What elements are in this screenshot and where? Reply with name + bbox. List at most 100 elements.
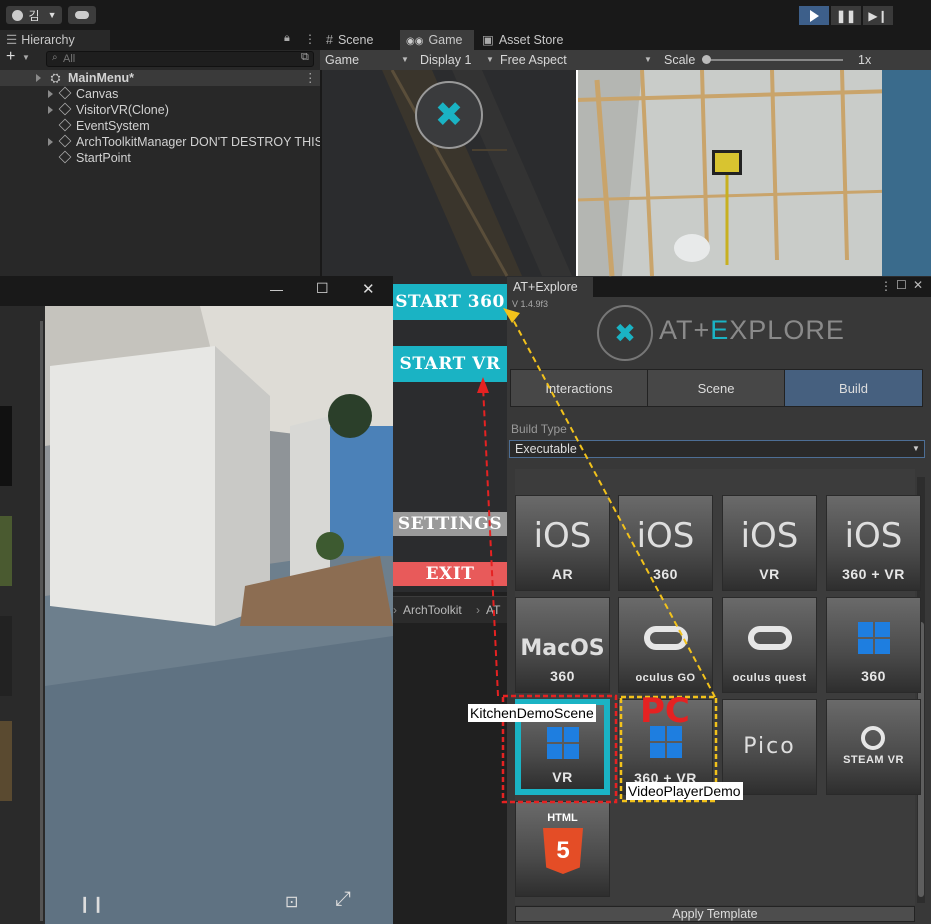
cube-icon — [58, 86, 72, 100]
hierarchy-tabbar: ☰ Hierarchy 🔒︎ ⋮ — [0, 30, 320, 50]
close-button[interactable]: ✕ — [362, 280, 375, 298]
more-icon[interactable]: ⋮ — [304, 32, 316, 46]
apply-template-button[interactable]: Apply Template — [515, 906, 915, 922]
tab-hierarchy[interactable]: ☰ Hierarchy — [0, 30, 110, 50]
build-type-dropdown[interactable]: Executable ▼ — [509, 440, 925, 458]
top-toolbar: 김 ▼ ❚❚ ▶❙ — [0, 0, 931, 30]
tile-title: iOS — [636, 516, 695, 556]
wordmark-e: E — [710, 315, 730, 345]
aspect-dropdown[interactable]: Free Aspect ▼ — [500, 50, 652, 70]
start-vr-button[interactable]: START VR — [393, 346, 507, 382]
tile-subtitle: oculus GO — [635, 672, 696, 684]
scale-slider-track[interactable] — [703, 59, 843, 61]
list-item[interactable]: VisitorVR(Clone) — [0, 102, 320, 118]
build-tile-oculus-go[interactable]: oculus GO — [618, 597, 713, 693]
player-video[interactable] — [0, 306, 393, 924]
build-tile-ios-vr[interactable]: iOS VR — [722, 495, 817, 591]
more-icon[interactable]: ⋮ — [880, 279, 892, 293]
build-tile-ios-360-vr[interactable]: iOS 360 + VR — [826, 495, 921, 591]
build-tile-pico[interactable]: Pico — [722, 699, 817, 795]
search-input[interactable] — [46, 51, 314, 67]
tile-subtitle: VR — [759, 566, 780, 582]
cube-icon — [58, 102, 72, 116]
breadcrumb-item[interactable]: ArchToolkit — [403, 603, 462, 617]
cube-icon — [58, 118, 72, 132]
item-label: Canvas — [76, 87, 119, 101]
maximize-button[interactable]: ☐ — [316, 280, 329, 297]
cube-icon — [58, 134, 72, 148]
expand-icon[interactable] — [48, 90, 53, 98]
list-item[interactable]: EventSystem — [0, 118, 320, 134]
version-label: V 1.4.9f3 — [512, 299, 549, 309]
tab-interactions[interactable]: Interactions — [510, 369, 648, 407]
tab-hierarchy-label: Hierarchy — [21, 33, 75, 47]
start-360-button[interactable]: START 360 — [393, 284, 507, 320]
list-item[interactable]: StartPoint — [0, 150, 320, 166]
tab-game[interactable]: ◉◉ Game — [400, 30, 474, 50]
at-logo: ✖ — [597, 305, 653, 361]
cloud-button[interactable] — [68, 6, 96, 24]
tab-build[interactable]: Build — [784, 369, 923, 407]
build-type-value: Executable — [515, 442, 577, 456]
build-tile-steamvr[interactable]: STEAM VR — [826, 699, 921, 795]
play-button[interactable] — [799, 6, 829, 25]
person-circle-icon — [11, 9, 23, 21]
filter-icon[interactable]: ⧉ — [301, 51, 309, 64]
build-tile-oculus-quest[interactable]: oculus quest — [722, 597, 817, 693]
tile-subtitle: 360 — [653, 566, 678, 582]
cloud-icon — [75, 11, 89, 19]
list-item[interactable]: ArchToolkitManager DON'T DESTROY THIS — [0, 134, 320, 150]
expand-icon[interactable] — [48, 106, 53, 114]
pause-icon[interactable]: ❙❙ — [78, 894, 105, 914]
chevron-right-icon: › — [476, 603, 480, 617]
tools-icon: ✖ — [614, 317, 636, 348]
chevron-right-icon: › — [393, 603, 397, 617]
close-icon[interactable]: ✕ — [913, 278, 923, 292]
expand-icon[interactable]: ⤢ — [335, 888, 351, 911]
game-lower-area — [393, 592, 509, 924]
start-vr-label: START VR — [399, 354, 501, 374]
add-icon[interactable]: + — [6, 48, 15, 66]
scale-value: 1x — [858, 53, 872, 67]
tab-scene[interactable]: # Scene — [326, 30, 398, 50]
oculus-icon — [644, 626, 688, 650]
minimize-button[interactable]: — — [270, 282, 283, 297]
display-dropdown[interactable]: Display 1 ▼ — [420, 50, 496, 70]
build-tile-ios-ar[interactable]: iOS AR — [515, 495, 610, 591]
chevron-down-icon[interactable]: ▼ — [22, 53, 30, 62]
mode-dropdown[interactable]: Game ▼ — [325, 50, 410, 70]
breadcrumb-item[interactable]: AT — [486, 603, 500, 617]
settings-button[interactable]: SETTINGS — [393, 512, 507, 536]
account-dropdown[interactable]: 김 ▼ — [6, 6, 62, 24]
tab-at-explore[interactable]: AT+Explore — [507, 277, 593, 297]
lock-icon[interactable]: 🔒︎ — [284, 32, 290, 45]
build-tile-html5[interactable]: HTML 5 — [515, 801, 610, 897]
game-tabbar: # Scene ◉◉ Game ▣ Asset Store — [320, 30, 931, 50]
windows-icon — [858, 622, 890, 654]
item-label: VisitorVR(Clone) — [76, 103, 169, 117]
video-player-label: VideoPlayerDemo — [626, 782, 743, 800]
tile-title: HTML — [547, 812, 578, 824]
tab-scene[interactable]: Scene — [647, 369, 785, 407]
scene-row[interactable]: ⛭ MainMenu* ⋮ — [0, 70, 320, 86]
scale-slider-thumb[interactable] — [702, 55, 711, 64]
item-label: EventSystem — [76, 119, 150, 133]
panel-tabbar: AT+Explore ⋮ ☐ ✕ — [507, 277, 931, 297]
maximize-icon[interactable]: ☐ — [896, 278, 907, 292]
expand-icon[interactable] — [48, 138, 53, 146]
tab-asset-store[interactable]: ▣ Asset Store — [482, 30, 582, 50]
fit-screen-icon[interactable]: ⊡ — [285, 892, 298, 912]
kitchen-scene-label: KitchenDemoScene — [468, 704, 596, 722]
scale-label: Scale — [664, 53, 696, 67]
exit-button[interactable]: EXIT — [393, 562, 507, 586]
build-tile-macos-360[interactable]: MacOS 360 — [515, 597, 610, 693]
build-tile-windows-360[interactable]: 360 — [826, 597, 921, 693]
at-explore-panel: AT+Explore ⋮ ☐ ✕ V 1.4.9f3 ✖ AT+EXPLORE … — [507, 277, 931, 924]
tile-title: Pico — [743, 734, 796, 759]
step-button[interactable]: ▶❙ — [863, 6, 893, 25]
build-tile-ios-360[interactable]: iOS 360 — [618, 495, 713, 591]
more-icon[interactable]: ⋮ — [304, 70, 317, 86]
list-item[interactable]: Canvas — [0, 86, 320, 102]
item-label: ArchToolkitManager DON'T DESTROY THIS — [76, 135, 320, 149]
pause-button[interactable]: ❚❚ — [831, 6, 861, 25]
